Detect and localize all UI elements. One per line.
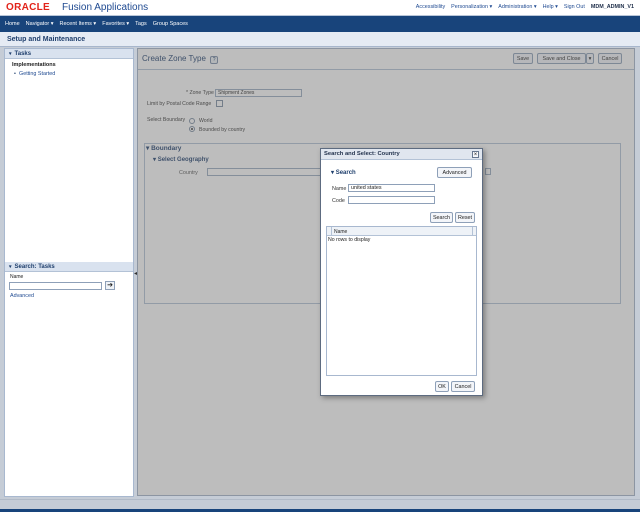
search-section-header[interactable]: ▾ Search (331, 169, 356, 176)
accessibility-link[interactable]: Accessibility (416, 4, 445, 10)
dialog-cancel-button[interactable]: Cancel (451, 381, 475, 392)
dialog-title: Search and Select: Country (321, 149, 482, 160)
global-nav-bar: Home Navigator ▾ Recent Items ▾ Favorite… (0, 16, 640, 32)
name-column-header[interactable]: Name (334, 229, 347, 235)
ok-button[interactable]: OK (435, 381, 449, 392)
collapse-icon[interactable]: ▾ (9, 51, 12, 57)
personalization-menu[interactable]: Personalization ▾ (451, 4, 492, 10)
tasks-title: Tasks (14, 51, 32, 57)
search-tasks-title: Search: Tasks (14, 264, 55, 270)
getting-started-link[interactable]: Getting Started (14, 71, 55, 77)
reset-button[interactable]: Reset (455, 212, 475, 223)
no-rows-message: No rows to display (328, 237, 371, 243)
nav-home[interactable]: Home (5, 21, 20, 27)
collapse-icon[interactable]: ▾ (9, 264, 12, 270)
dialog-code-label: Code (332, 198, 345, 204)
country-name-input[interactable]: united states (348, 184, 435, 192)
advanced-button[interactable]: Advanced (437, 167, 472, 178)
page-title: Setup and Maintenance (7, 36, 86, 43)
task-search-input[interactable] (9, 282, 102, 290)
row-select-column (327, 227, 332, 235)
results-table-header: Name (327, 227, 476, 236)
product-name: Fusion Applications (62, 2, 149, 13)
search-button[interactable]: Search (430, 212, 453, 223)
global-header: ORACLE Fusion Applications Accessibility… (0, 0, 640, 16)
results-table: Name No rows to display (326, 226, 477, 376)
implementations-heading: Implementations (12, 62, 56, 68)
country-code-input[interactable] (348, 196, 435, 204)
dialog-name-label: Name (332, 186, 347, 192)
tasks-panel: ▾Tasks Implementations Getting Started ▾… (4, 48, 134, 497)
user-name: MDM_ADMIN_V1 (590, 4, 634, 10)
nav-group-spaces[interactable]: Group Spaces (153, 21, 188, 27)
search-header-text: Search (335, 170, 356, 176)
sign-out-link[interactable]: Sign Out (564, 4, 585, 10)
nav-favorites[interactable]: Favorites ▾ (102, 21, 129, 27)
help-menu[interactable]: Help ▾ (543, 4, 558, 10)
page-title-bar: Setup and Maintenance (0, 32, 640, 47)
close-icon[interactable]: × (472, 151, 479, 158)
column-resize-handle[interactable] (472, 227, 476, 235)
global-links: Accessibility Personalization ▾ Administ… (416, 4, 634, 10)
arrow-right-icon: ➔ (107, 282, 113, 289)
search-tasks-header[interactable]: ▾ Search: Tasks (5, 262, 133, 272)
nav-recent-items[interactable]: Recent Items ▾ (60, 21, 97, 27)
administration-menu[interactable]: Administration ▾ (498, 4, 536, 10)
name-label: Name (10, 274, 24, 280)
search-select-country-dialog: Search and Select: Country × ▾ Search Ad… (320, 148, 483, 396)
tasks-panel-header[interactable]: ▾ Tasks (5, 49, 133, 59)
advanced-link[interactable]: Advanced (10, 293, 34, 299)
search-tasks-body: Name ➔ Advanced (5, 272, 133, 332)
oracle-logo: ORACLE (6, 2, 51, 13)
nav-navigator[interactable]: Navigator ▾ (26, 21, 54, 27)
search-go-button[interactable]: ➔ (105, 281, 115, 290)
nav-tags[interactable]: Tags (135, 21, 147, 27)
